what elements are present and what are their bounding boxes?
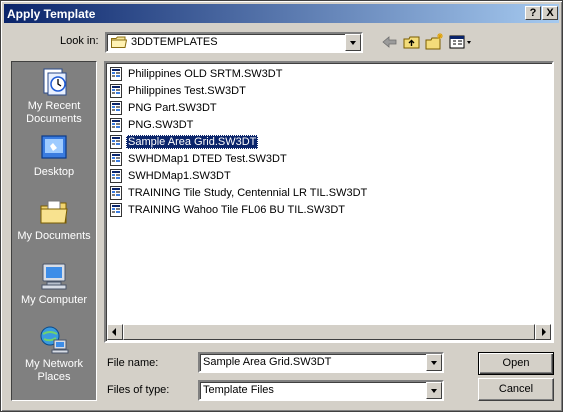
up-folder-icon[interactable] (401, 32, 423, 52)
file-name: SWHDMap1 DTED Test.SW3DT (128, 152, 287, 165)
template-file-icon (110, 100, 122, 115)
place-my-documents[interactable]: My Documents (12, 196, 96, 243)
files-of-type-dropdown-arrow[interactable] (426, 382, 442, 399)
place-desktop[interactable]: Desktop (12, 132, 96, 179)
back-arrow-icon[interactable] (379, 32, 401, 52)
template-file-icon (110, 151, 122, 166)
place-my-network-places[interactable]: My Network Places (12, 324, 96, 384)
file-item[interactable]: Philippines OLD SRTM.SW3DT (109, 65, 369, 82)
template-file-icon (110, 168, 122, 183)
close-button[interactable]: X (542, 6, 558, 20)
file-name: Sample Area Grid.SW3DT (126, 134, 259, 149)
file-item[interactable]: SWHDMap1.SW3DT (109, 167, 369, 184)
file-list-items: Philippines OLD SRTM.SW3DT Philippines Te… (109, 65, 369, 218)
file-item[interactable]: PNG.SW3DT (109, 116, 369, 133)
template-file-icon (110, 83, 122, 98)
look-in-value: 3DDTEMPLATES (131, 36, 218, 48)
file-name: SWHDMap1.SW3DT (128, 169, 231, 182)
files-of-type-dropdown[interactable]: Template Files (198, 380, 444, 401)
places-bar: My Recent Documents Desktop My Documents (11, 61, 97, 401)
file-item[interactable]: TRAINING Tile Study, Centennial LR TIL.S… (109, 184, 369, 201)
place-label: Documents (26, 113, 82, 125)
file-name-value: Sample Area Grid.SW3DT (203, 356, 332, 368)
template-file-icon (110, 117, 122, 132)
file-item[interactable]: Philippines Test.SW3DT (109, 82, 369, 99)
template-file-icon (110, 185, 122, 200)
place-label: Places (37, 371, 71, 383)
template-file-icon (110, 66, 122, 81)
open-button[interactable]: Open (478, 352, 554, 375)
file-item[interactable]: SWHDMap1 DTED Test.SW3DT (109, 150, 369, 167)
file-item[interactable]: TRAINING Wahoo Tile FL06 BU TIL.SW3DT (109, 201, 369, 218)
place-my-computer[interactable]: My Computer (12, 260, 96, 307)
template-file-icon (110, 202, 122, 217)
folder-icon (111, 36, 127, 48)
view-menu-icon[interactable] (448, 32, 474, 52)
look-in-label: Look in: (60, 35, 99, 47)
file-name-dropdown-arrow[interactable] (426, 354, 442, 371)
scroll-thumb[interactable] (123, 324, 535, 340)
file-name: Philippines OLD SRTM.SW3DT (128, 67, 283, 80)
place-label: Desktop (33, 166, 75, 178)
file-name-field[interactable]: Sample Area Grid.SW3DT (198, 352, 444, 373)
file-name: TRAINING Tile Study, Centennial LR TIL.S… (128, 186, 368, 199)
help-button[interactable]: ? (525, 6, 541, 20)
file-name: PNG.SW3DT (128, 118, 194, 131)
file-item[interactable]: PNG Part.SW3DT (109, 99, 369, 116)
file-name-label: File name: (107, 357, 159, 369)
file-item[interactable]: Sample Area Grid.SW3DT (109, 133, 369, 150)
my-documents-icon (40, 200, 68, 224)
template-file-icon (110, 134, 122, 149)
file-list[interactable]: Philippines OLD SRTM.SW3DT Philippines Te… (104, 61, 554, 343)
horizontal-scrollbar[interactable] (107, 324, 551, 340)
recent-documents-icon (43, 68, 67, 96)
file-name: PNG Part.SW3DT (128, 101, 217, 114)
desktop-icon (41, 135, 67, 159)
file-name: Philippines Test.SW3DT (128, 84, 246, 97)
title-bar[interactable]: Apply Template ? X (4, 4, 559, 23)
file-name: TRAINING Wahoo Tile FL06 BU TIL.SW3DT (128, 203, 346, 216)
place-label: My Computer (20, 294, 88, 306)
files-of-type-label: Files of type: (107, 384, 170, 396)
place-label: My Network (24, 358, 84, 370)
scroll-left-button[interactable] (107, 324, 123, 340)
cancel-button[interactable]: Cancel (478, 378, 554, 401)
my-computer-icon (41, 263, 67, 290)
place-label: My Recent (27, 100, 81, 112)
network-places-icon (40, 326, 69, 354)
place-label: My Documents (17, 230, 91, 242)
new-folder-icon[interactable] (424, 32, 446, 52)
files-of-type-value: Template Files (203, 384, 274, 396)
window-title: Apply Template (7, 6, 96, 21)
look-in-dropdown[interactable]: 3DDTEMPLATES (105, 32, 363, 53)
place-my-recent-documents[interactable]: My Recent Documents (12, 66, 96, 126)
scroll-right-button[interactable] (535, 324, 551, 340)
apply-template-dialog: Apply Template ? X Look in: 3DDTEMPLATES (0, 0, 563, 412)
look-in-dropdown-arrow[interactable] (345, 34, 361, 51)
